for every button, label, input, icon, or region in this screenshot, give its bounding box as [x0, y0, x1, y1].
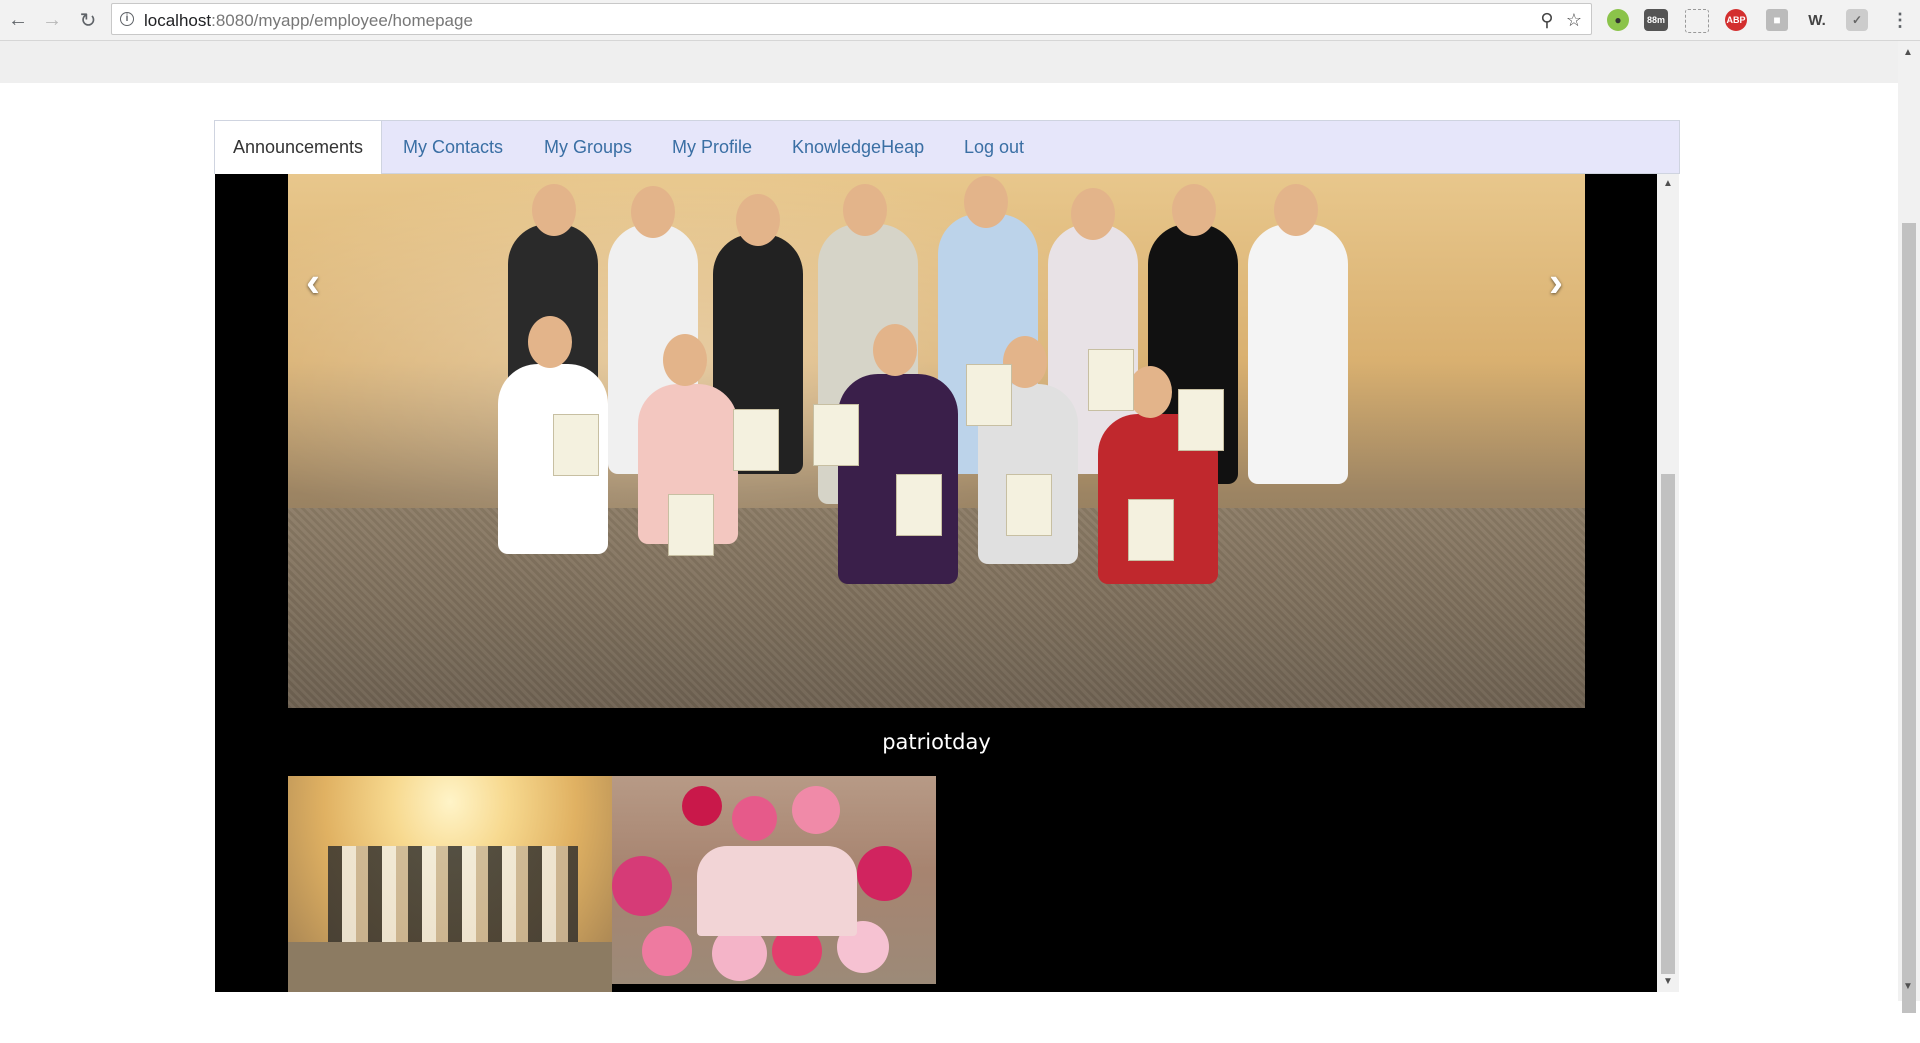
viewer-scroll-thumb[interactable] [1661, 474, 1675, 974]
extension-badge: 88m [1646, 15, 1665, 25]
key-icon[interactable]: ⚲ [1537, 10, 1557, 30]
tab-my-profile[interactable]: My Profile [672, 121, 752, 173]
slide-next-button[interactable]: › [1549, 258, 1563, 306]
page-header-strip [0, 41, 1898, 83]
tab-my-contacts[interactable]: My Contacts [403, 121, 503, 173]
browser-toolbar: ← → ↻ i localhost:8080/myapp/employee/ho… [0, 0, 1920, 41]
main-nav-tabs: Announcements My Contacts My Groups My P… [214, 120, 1680, 175]
url-text[interactable]: localhost:8080/myapp/employee/homepage [144, 11, 473, 31]
url-host: localhost [144, 11, 212, 30]
thumbnail-group-photo[interactable] [288, 776, 612, 992]
extension-timer-icon[interactable]: 88m [1644, 9, 1668, 31]
photo-group [488, 176, 1388, 604]
scroll-down-icon[interactable]: ▼ [1903, 981, 1913, 992]
slideshow-main-image [288, 174, 1585, 708]
tab-log-out[interactable]: Log out [964, 121, 1024, 173]
reload-icon[interactable]: ↻ [74, 6, 102, 34]
star-icon[interactable]: ☆ [1564, 10, 1584, 30]
extension-green-icon[interactable]: ● [1607, 9, 1629, 31]
address-bar[interactable]: i localhost:8080/myapp/employee/homepage… [111, 3, 1592, 35]
thumbnail-pompom-photo[interactable] [612, 776, 936, 984]
viewer-scroll-down-icon[interactable]: ▼ [1663, 976, 1673, 987]
extension-puzzle-icon[interactable] [1685, 9, 1709, 33]
forward-icon[interactable]: → [38, 6, 66, 34]
back-icon[interactable]: ← [4, 6, 32, 34]
adblock-icon[interactable]: ABP [1725, 9, 1747, 31]
window-scroll-thumb[interactable] [1902, 223, 1916, 1013]
viewer-scrollbar[interactable]: ▲ ▼ [1657, 174, 1679, 992]
url-path: :8080/myapp/employee/homepage [211, 11, 473, 30]
slide-prev-button[interactable]: ‹ [306, 258, 320, 306]
tab-my-groups[interactable]: My Groups [544, 121, 632, 173]
extension-pdf-icon[interactable]: ■ [1766, 9, 1788, 31]
tab-knowledgeheap[interactable]: KnowledgeHeap [792, 121, 924, 173]
viewer-scroll-up-icon[interactable]: ▲ [1663, 178, 1673, 189]
info-icon[interactable]: i [120, 12, 134, 26]
scroll-up-icon[interactable]: ▲ [1903, 47, 1913, 58]
extension-w-icon[interactable]: W. [1806, 9, 1828, 31]
slide-caption: patriotday [882, 730, 991, 754]
adblock-label: ABP [1726, 15, 1746, 25]
extension-cloud-icon[interactable]: ✓ [1846, 9, 1868, 31]
extension-w-label: W. [1808, 11, 1826, 29]
tab-announcements[interactable]: Announcements [215, 121, 382, 175]
window-scrollbar[interactable]: ▲ ▼ [1898, 41, 1920, 1013]
menu-kebab-icon[interactable]: ⋮ [1886, 6, 1914, 34]
